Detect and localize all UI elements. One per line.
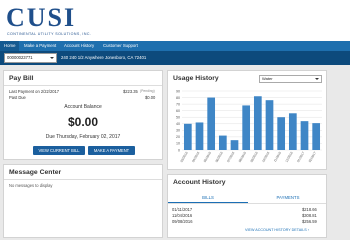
divider [168,203,326,204]
last-payment-amount: $223.35 [123,89,138,94]
bill-amount: $308.81 [302,213,317,218]
nav-make-payment[interactable]: Make a Payment [20,41,60,51]
x-tick-label: 09/2016 [249,151,258,163]
usage-bar[interactable] [207,97,216,150]
x-tick-label: 07/2016 [226,151,235,163]
main-nav: Home Make a Payment Account History Cust… [0,41,350,51]
account-history-panel: Account History BILLS PAYMENTS 01/11/201… [167,174,327,238]
view-account-history-details-link[interactable]: VIEW ACCOUNT HISTORY DETAILS › [245,228,309,232]
utility-select-value: Water [262,76,273,81]
pay-bill-panel: Pay Bill Last Payment on 2/22/2017 $223.… [3,70,163,160]
usage-history-title: Usage History [173,75,219,82]
usage-bar[interactable] [230,140,239,150]
usage-bar[interactable] [312,123,321,150]
account-history-title: Account History [173,179,226,186]
x-tick-label: 04/2016 [191,151,200,163]
account-number: 00000023771 [7,55,33,60]
y-tick-label: 30 [176,129,180,133]
balance-amount: $0.00 [67,115,99,129]
pay-bill-title: Pay Bill [9,75,34,82]
y-tick-label: 80 [176,96,180,100]
y-tick-label: 20 [176,135,180,139]
bill-date: 09/08/2016 [172,219,193,224]
usage-history-panel: Usage History Water 0 10 20 30 40 50 60 70 80 90 0… [167,70,327,170]
x-tick-label: 03/2016 [179,151,188,163]
x-tick-label: 10/2016 [261,151,270,163]
utility-select[interactable]: Water [259,75,322,83]
usage-bar[interactable] [218,135,227,150]
tab-payments[interactable]: PAYMENTS [248,192,328,203]
header: CUSI CONTINENTAL UTILITY SOLUTIONS, INC. [0,0,350,41]
usage-chart: 0 10 20 30 40 50 60 70 80 90 03/2016 04/2016 05/2016… [176,89,322,163]
usage-bar[interactable] [195,122,204,150]
usage-bar[interactable] [253,96,262,150]
nav-account-history[interactable]: Account History [60,41,98,51]
bill-amount: $256.59 [302,219,317,224]
y-tick-label: 90 [176,89,180,93]
tab-bills[interactable]: BILLS [168,192,248,203]
logo-wordmark: CUSI [6,3,77,32]
x-tick-label: 11/2016 [273,151,282,163]
y-tick-label: 0 [178,148,180,152]
y-tick-label: 60 [176,109,180,113]
usage-bar[interactable] [265,100,274,150]
usage-bar[interactable] [183,123,192,150]
y-tick-label: 70 [176,102,180,106]
balance-label: Account Balance [64,104,102,110]
chevron-down-icon [50,57,54,59]
past-due-amount: $0.00 [145,95,156,100]
y-tick-label: 50 [176,116,180,120]
y-tick-label: 10 [176,142,180,146]
empty-messages-text: No messages to display [9,183,53,188]
y-tick-label: 40 [176,122,180,126]
bill-amount: $218.66 [302,207,317,212]
service-address: 240 240 1/2 Anywhere Jonesboro, CA 72401 [61,55,147,60]
message-center-title: Message Center [9,169,62,176]
divider [4,85,162,86]
x-tick-label: 06/2016 [214,151,223,163]
x-tick-label: 01/2017 [296,151,305,163]
payment-status: (Pending) [140,89,155,93]
nav-home[interactable]: Home [0,41,20,51]
make-payment-button[interactable]: MAKE A PAYMENT [88,146,135,155]
last-payment-label: Last Payment on 2/22/2017 [9,89,60,94]
due-date: Due Thursday, February 02, 2017 [45,134,121,140]
chevron-down-icon [315,78,319,80]
bill-date: 11/04/2016 [172,213,193,218]
nav-customer-support[interactable]: Customer Support [99,41,142,51]
company-name: CONTINENTAL UTILITY SOLUTIONS, INC. [7,32,92,36]
past-due-label: Past Due [9,95,26,100]
bill-date: 01/11/2017 [172,207,193,212]
divider [4,179,162,180]
x-tick-label: 08/2016 [238,151,247,163]
usage-bar[interactable] [300,121,309,150]
account-select[interactable]: 00000023771 [4,53,57,63]
usage-bar[interactable] [277,117,286,150]
usage-bar[interactable] [242,105,251,150]
company-logo[interactable]: CUSI CONTINENTAL UTILITY SOLUTIONS, INC. [6,5,116,37]
usage-bar[interactable] [288,113,297,150]
x-tick-label: 05/2016 [203,151,212,163]
message-center-panel: Message Center No messages to display [3,164,163,238]
x-tick-label: 02/2017 [308,151,317,163]
view-current-bill-button[interactable]: VIEW CURRENT BILL [33,146,85,155]
x-tick-label: 12/2016 [284,151,293,163]
